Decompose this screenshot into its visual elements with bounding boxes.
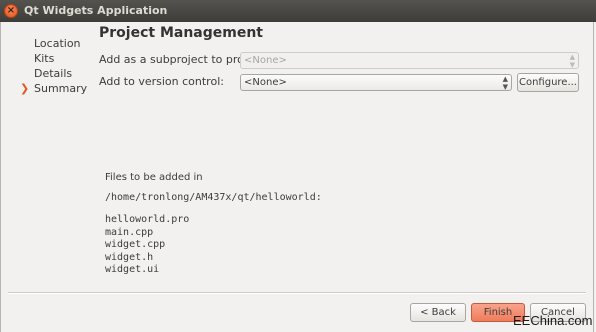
footer-divider [8, 292, 586, 294]
window-title: Qt Widgets Application [24, 4, 168, 17]
files-path: /home/tronlong/AM437x/qt/helloworld: [105, 192, 322, 203]
file-list: helloworld.pro main.cpp widget.cpp widge… [105, 214, 189, 277]
sidebar-item-location: Location [20, 36, 90, 51]
spinner-arrows-icon: ▲ ▼ [569, 53, 575, 69]
subproject-select: <None> ▲ ▼ [240, 52, 579, 69]
watermark: EEChina.com [513, 313, 593, 328]
sidebar-item-label: Location [34, 37, 81, 50]
list-item: widget.ui [105, 264, 160, 275]
files-header: Files to be added in [105, 172, 203, 183]
sidebar-item-label: Summary [34, 82, 88, 95]
vcs-label: Add to version control: [99, 75, 224, 88]
list-item: widget.h [105, 251, 154, 263]
list-item: main.cpp [105, 226, 154, 238]
sidebar-item-label: Details [34, 67, 73, 80]
page-title: Project Management [99, 25, 263, 41]
subproject-select-value: <None> [244, 55, 287, 66]
list-item: helloworld.pro [105, 214, 190, 225]
sidebar-item-details: Details [20, 66, 90, 81]
vcs-select-value: <None> [244, 77, 287, 88]
configure-button[interactable]: Configure... [517, 73, 579, 92]
list-item: widget.cpp [105, 239, 166, 250]
close-icon[interactable]: × [4, 4, 18, 18]
sidebar-item-label: Kits [34, 52, 55, 65]
vcs-select[interactable]: <None> ▲ ▼ [240, 74, 512, 91]
back-button[interactable]: < Back [410, 303, 466, 322]
sidebar-item-kits: Kits [20, 51, 90, 66]
spinner-arrows-icon: ▲ ▼ [502, 75, 508, 91]
window-titlebar[interactable]: × Qt Widgets Application [0, 0, 596, 22]
current-step-arrow-icon: ❯ [20, 82, 30, 95]
sidebar-item-summary: ❯ Summary [20, 81, 90, 96]
wizard-steps-sidebar: Location Kits Details ❯ Summary [20, 36, 90, 96]
